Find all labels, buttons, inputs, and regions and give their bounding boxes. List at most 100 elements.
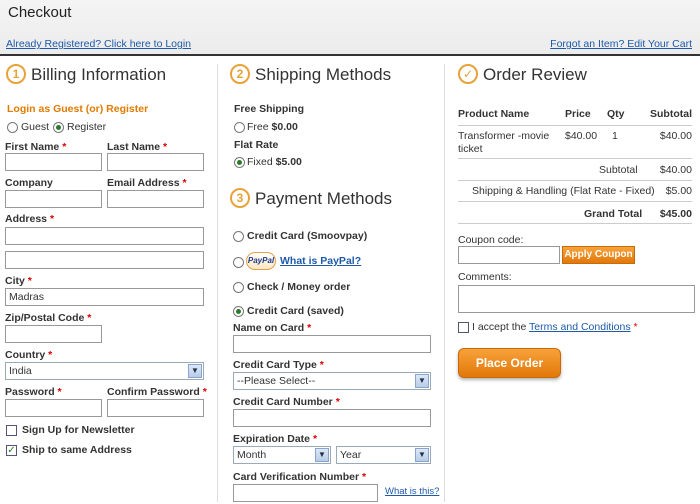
what-is-paypal-link[interactable]: What is PayPal? [280,255,361,267]
cc-smoovpay-label: Credit Card (Smoovpay) [247,230,368,242]
chevron-down-icon: ▼ [188,364,202,378]
step-number-icon: 2 [230,64,250,84]
divider [458,158,692,159]
grand-total-label: Grand Total [584,208,643,220]
guest-label: Guest [21,121,50,133]
item-name: Transformer -movie ticket [458,130,550,155]
cc-number-field[interactable] [233,409,431,427]
comments-label: Comments: [458,271,512,283]
password-field[interactable] [5,399,102,417]
country-select[interactable]: India ▼ [5,362,204,380]
ship-same-checkbox[interactable]: ✓ [6,445,17,456]
expiration-month-select[interactable]: Month ▼ [233,446,331,464]
subtotal-label: Subtotal [599,164,638,176]
cc-type-label: Credit Card Type * [233,359,324,371]
company-label: Company [5,177,53,189]
confirm-password-label: Confirm Password * [107,386,207,398]
email-label: Email Address * [107,177,187,189]
billing-heading: 1 Billing Information [6,64,166,85]
zip-field[interactable] [5,325,102,343]
cc-saved-radio[interactable] [233,306,244,317]
cvv-label: Card Verification Number * [233,471,367,483]
city-label: City * [5,275,32,287]
name-on-card-label: Name on Card * [233,322,312,334]
already-registered-link[interactable]: Already Registered? Click here to Login [6,38,191,50]
paypal-radio[interactable] [233,257,244,268]
newsletter-checkbox[interactable] [6,425,17,436]
flat-rate-radio[interactable] [234,157,245,168]
register-radio[interactable] [53,122,64,133]
what-is-this-link[interactable]: What is this? [385,486,439,497]
free-shipping-heading: Free Shipping [234,103,305,115]
item-qty: 1 [612,130,618,142]
check-money-radio[interactable] [233,282,244,293]
payment-heading: 3 Payment Methods [230,188,392,209]
first-name-label: First Name * [5,141,67,153]
email-field[interactable] [107,190,204,208]
cc-smoovpay-radio[interactable] [233,231,244,242]
step-number-icon: 1 [6,64,26,84]
guest-radio[interactable] [7,122,18,133]
check-money-label: Check / Money order [247,281,351,293]
col-price: Price [565,108,591,120]
paypal-logo: PayPal [246,252,276,270]
shipping-handling-value: $5.00 [665,185,692,197]
divider [458,180,692,181]
col-subtotal: Subtotal [650,108,692,120]
divider [458,223,692,224]
chevron-down-icon: ▼ [315,448,329,462]
expiration-label: Expiration Date * [233,433,318,445]
page-title: Checkout [8,4,72,21]
apply-coupon-button[interactable]: Apply Coupon [562,246,635,264]
review-heading: ✓ Order Review [458,64,587,85]
checkmark-icon: ✓ [458,64,478,84]
zip-label: Zip/Postal Code * [5,312,92,324]
col-qty: Qty [607,108,625,120]
first-name-field[interactable] [5,153,102,171]
shipping-heading: 2 Shipping Methods [230,64,391,85]
terms-checkbox[interactable] [458,322,469,333]
col-product-name: Product Name [458,108,530,120]
divider [458,201,692,202]
comments-textarea[interactable] [458,285,695,313]
terms-link[interactable]: Terms and Conditions [529,321,631,333]
ship-same-label: Ship to same Address [22,444,132,456]
item-price: $40.00 [565,130,598,142]
terms-text: I accept the Terms and Conditions * [472,321,638,333]
login-heading: Login as Guest (or) Register [7,103,149,115]
confirm-password-field[interactable] [107,399,204,417]
chevron-down-icon: ▼ [415,448,429,462]
edit-cart-link[interactable]: Forgot an Item? Edit Your Cart [550,38,692,50]
cvv-field[interactable] [233,484,378,502]
password-label: Password * [5,386,62,398]
country-label: Country * [5,349,53,361]
coupon-label: Coupon code: [458,234,524,246]
cc-number-label: Credit Card Number * [233,396,340,408]
last-name-label: Last Name * [107,141,168,153]
divider [458,125,692,126]
free-shipping-option: Free $0.00 [247,121,298,133]
column-divider [217,64,218,502]
company-field[interactable] [5,190,102,208]
step-number-icon: 3 [230,188,250,208]
shipping-handling-label: Shipping & Handling (Flat Rate - Fixed) [472,185,655,197]
name-on-card-field[interactable] [233,335,431,353]
cc-type-select[interactable]: --Please Select-- ▼ [233,372,431,390]
city-field[interactable]: Madras [5,288,204,306]
place-order-button[interactable]: Place Order [458,348,561,378]
cc-saved-label: Credit Card (saved) [247,305,344,317]
address-line2-field[interactable] [5,251,204,269]
free-shipping-radio[interactable] [234,122,245,133]
flat-rate-option: Fixed $5.00 [247,156,302,168]
address-line1-field[interactable] [5,227,204,245]
chevron-down-icon: ▼ [415,374,429,388]
register-label: Register [67,121,107,133]
expiration-year-select[interactable]: Year ▼ [336,446,431,464]
flat-rate-heading: Flat Rate [234,139,279,151]
column-divider [444,64,445,502]
grand-total-value: $45.00 [659,208,692,220]
last-name-field[interactable] [107,153,204,171]
address-label: Address * [5,213,55,225]
coupon-field[interactable] [458,246,560,264]
item-subtotal: $40.00 [659,130,692,142]
